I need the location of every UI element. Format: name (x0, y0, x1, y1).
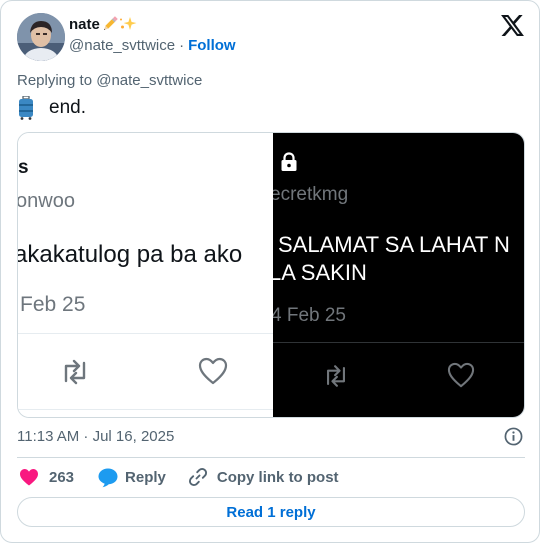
screenshot-name: s (18, 157, 29, 178)
separator-dot: · (179, 37, 185, 54)
screenshot-text-line-2: LA SAKIN (273, 260, 367, 285)
screenshot-date: 4 Feb 25 (273, 305, 346, 326)
avatar-image (17, 13, 65, 61)
follow-button[interactable]: Follow (188, 37, 236, 54)
link-icon[interactable] (188, 467, 208, 487)
divider (17, 457, 525, 458)
pencil-icon (101, 15, 119, 38)
lock-icon (281, 152, 297, 171)
read-reply-button[interactable]: Read 1 reply (17, 497, 525, 527)
reply-button[interactable]: Reply (125, 469, 166, 486)
heart-outline-icon (447, 362, 475, 388)
screenshot-handle: ecretkmg (273, 184, 349, 205)
avatar[interactable] (17, 13, 65, 61)
tweet-body: end. (17, 96, 86, 120)
info-icon[interactable] (504, 427, 523, 446)
x-logo-icon[interactable] (501, 15, 524, 36)
divider (273, 342, 524, 343)
author-name[interactable]: nate (69, 16, 100, 33)
post-actions: 263 Reply Copy link to post (17, 465, 339, 489)
divider (18, 333, 273, 334)
screenshot-text-line-1: SALAMAT SA LAHAT N (278, 232, 510, 257)
speech-bubble-icon[interactable] (97, 467, 119, 488)
like-count[interactable]: 263 (49, 469, 74, 486)
screenshot-panel-dark: ecretkmg SALAMAT SA LAHAT N LA SAKIN 4 F… (273, 133, 524, 417)
author-handle[interactable]: @nate_svttwice (69, 37, 175, 54)
copy-link-button[interactable]: Copy link to post (217, 469, 339, 486)
post-timestamp[interactable]: 11:13 AM · Jul 16, 2025 (17, 428, 174, 445)
luggage-icon (19, 96, 33, 120)
sparkle-icon (119, 16, 137, 37)
screenshot-date: Feb 25 (20, 293, 86, 316)
retweet-icon (327, 365, 345, 387)
retweet-icon (64, 359, 86, 385)
heart-icon[interactable] (19, 468, 39, 486)
embedded-post-card: nate @nate_svttwice · Follow Replying to @… (0, 0, 540, 543)
heart-outline-icon (198, 357, 228, 385)
author-handle-line: @nate_svttwice · Follow (69, 37, 236, 54)
screenshot-text: akakatulog pa ba ako (18, 241, 243, 268)
tweet-text: end. (49, 97, 86, 118)
screenshot-panel-light: s onwoo akakatulog pa ba ako Feb 25 (18, 133, 273, 417)
divider (18, 409, 273, 410)
screenshot-handle: onwoo (18, 190, 75, 212)
replying-to-label[interactable]: Replying to @nate_svttwice (17, 72, 202, 89)
media-image[interactable]: s onwoo akakatulog pa ba ako Feb 25 ecre… (17, 132, 525, 418)
